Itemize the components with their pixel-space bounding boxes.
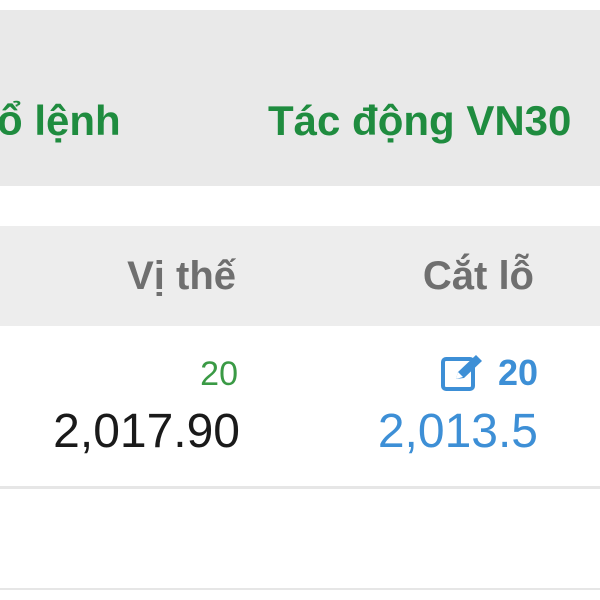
stoploss-column-header: Cắt lỗ xyxy=(422,254,534,298)
edit-icon[interactable] xyxy=(440,353,486,393)
position-price: 2,017.90 xyxy=(53,405,240,458)
stoploss-quantity: 20 xyxy=(497,352,538,393)
position-column-header: Vị thế xyxy=(127,254,236,298)
page: ổ lệnh Tác động VN30 Vị thế Cắt lỗ 20 2,… xyxy=(0,0,600,600)
stoploss-price[interactable]: 2,013.5 xyxy=(378,404,538,460)
stoploss-quantity-group[interactable]: 20 xyxy=(440,352,538,394)
tab-order-book[interactable]: ổ lệnh xyxy=(0,95,121,147)
bottom-divider xyxy=(0,588,600,590)
position-quantity: 20 xyxy=(200,355,238,393)
top-strip xyxy=(0,0,600,10)
tab-vn30-impact[interactable]: Tác động VN30 xyxy=(268,95,571,147)
